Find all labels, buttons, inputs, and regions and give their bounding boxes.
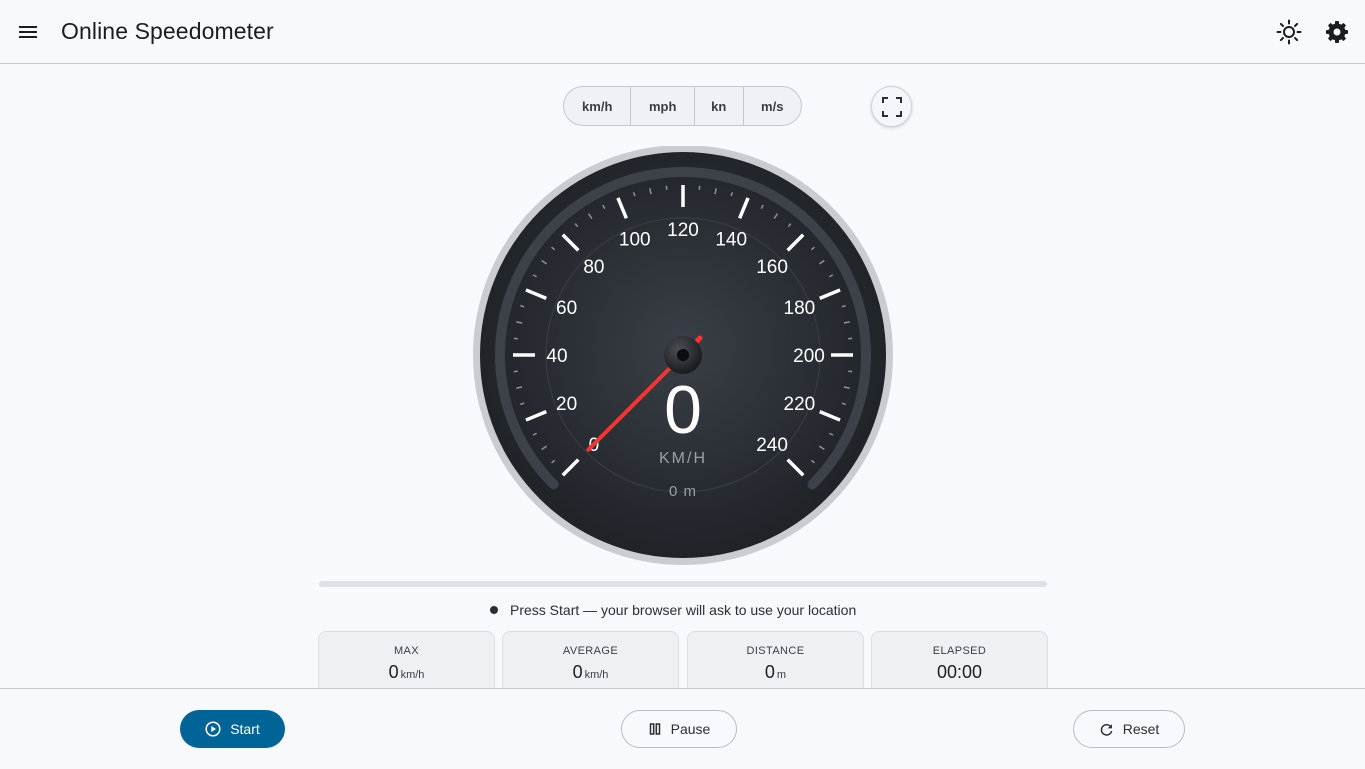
gauge-tick-label: 60 — [556, 298, 577, 319]
gauge-tick-label: 120 — [667, 220, 699, 241]
gauge-tick-label: 220 — [784, 394, 816, 415]
unit-selector: km/h mph kn m/s — [563, 86, 802, 126]
pause-button[interactable]: Pause — [621, 710, 737, 748]
stat-unit: m — [777, 669, 786, 681]
play-circle-icon — [205, 721, 221, 737]
gauge-tick-label: 80 — [583, 257, 604, 278]
app-title: Online Speedometer — [61, 18, 274, 45]
unit-ms-button[interactable]: m/s — [743, 87, 802, 125]
stat-label: ELAPSED — [872, 645, 1047, 657]
reset-button[interactable]: Reset — [1073, 710, 1185, 748]
theme-toggle-button[interactable] — [1275, 18, 1303, 46]
unit-kn-button[interactable]: kn — [694, 87, 743, 125]
fullscreen-button[interactable] — [871, 86, 912, 127]
speed-unit-label: KM/H — [659, 450, 707, 467]
stat-value-row: 0km/h — [319, 662, 494, 683]
speed-readout: 0 — [664, 372, 702, 448]
gauge-tick-label: 240 — [756, 435, 788, 456]
status-dot — [490, 606, 498, 614]
stat-unit: km/h — [585, 669, 609, 681]
app-bar: Online Speedometer — [0, 0, 1365, 64]
gear-icon — [1323, 18, 1351, 46]
stat-value-row: 00:00 — [872, 662, 1047, 683]
stat-value-row: 0m — [688, 662, 863, 683]
stat-label: MAX — [319, 645, 494, 657]
speedometer-gauge: 020406080100120140160180200220240 0 KM/H… — [472, 146, 894, 568]
gauge-tick-label: 160 — [756, 257, 788, 278]
stat-label: AVERAGE — [503, 645, 678, 657]
fullscreen-icon — [881, 96, 903, 118]
unit-mph-button[interactable]: mph — [630, 87, 693, 125]
stat-value-row: 0km/h — [503, 662, 678, 683]
odometer-readout: 0 m — [669, 483, 697, 500]
gauge-tick-label: 20 — [556, 394, 577, 415]
reset-button-label: Reset — [1123, 721, 1160, 737]
gauge-tick-label: 100 — [619, 230, 651, 251]
gauge-tick-label: 40 — [546, 346, 567, 367]
pause-button-label: Pause — [671, 721, 711, 737]
sun-icon — [1275, 18, 1303, 46]
unit-kmh-button[interactable]: km/h — [564, 87, 630, 125]
status-text: Press Start — your browser will ask to u… — [510, 602, 856, 618]
stat-value: 0 — [765, 662, 775, 682]
status-message: Press Start — your browser will ask to u… — [490, 601, 856, 619]
progress-bar — [319, 581, 1047, 587]
stat-value: 0 — [389, 662, 399, 682]
bottom-control-bar: Start Pause Reset — [0, 688, 1365, 769]
settings-button[interactable] — [1323, 18, 1351, 46]
gauge-tick-label: 140 — [715, 230, 747, 251]
start-button[interactable]: Start — [180, 710, 285, 748]
start-button-label: Start — [230, 721, 260, 737]
menu-button[interactable] — [14, 18, 42, 46]
stat-value: 00:00 — [937, 662, 982, 682]
gauge-tick-label: 200 — [793, 346, 825, 367]
pause-icon — [648, 722, 662, 736]
menu-icon — [14, 18, 42, 46]
stat-value: 0 — [573, 662, 583, 682]
stat-label: DISTANCE — [688, 645, 863, 657]
stat-unit: km/h — [401, 669, 425, 681]
refresh-icon — [1099, 722, 1114, 737]
gauge-hub-center — [677, 349, 689, 361]
gauge-tick-label: 180 — [784, 298, 816, 319]
